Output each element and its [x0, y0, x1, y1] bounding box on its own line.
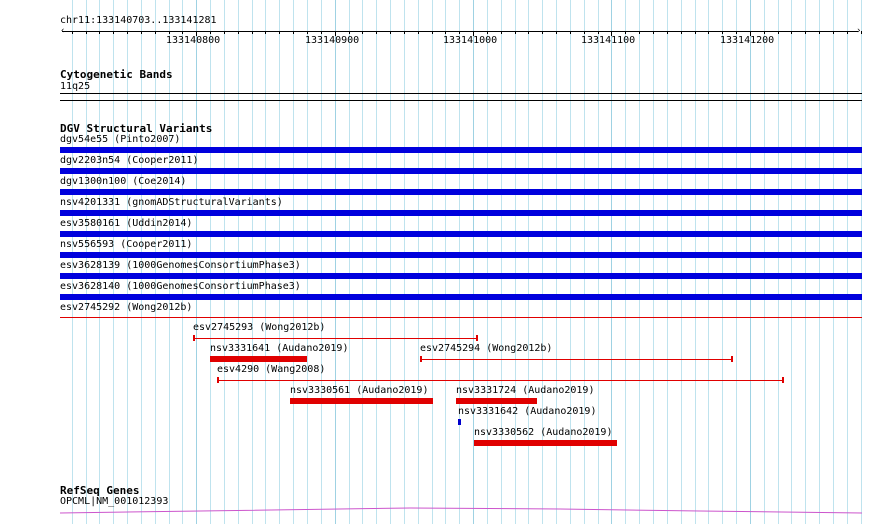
gene-line-path [59, 507, 863, 514]
genome-browser-panel: chr11:133140703..133141281 ‹ › 133140800… [0, 0, 890, 524]
refseq-gene-line[interactable] [0, 0, 890, 524]
